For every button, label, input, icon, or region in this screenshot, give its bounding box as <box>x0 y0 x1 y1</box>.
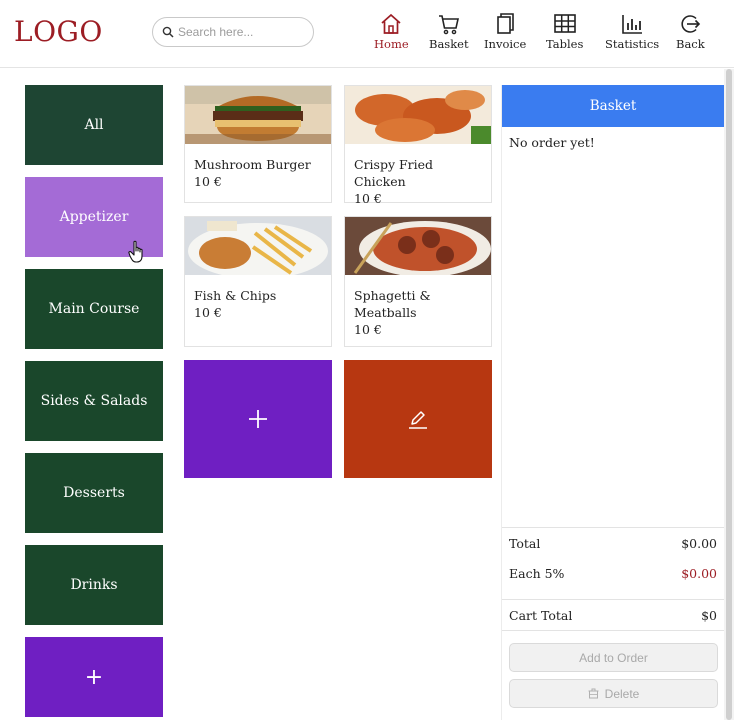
search-input[interactable] <box>178 25 308 39</box>
statistics-icon <box>622 15 643 34</box>
category-main-course[interactable]: Main Course <box>25 269 163 349</box>
product-name: Crispy Fried Chicken <box>354 157 434 189</box>
cart-total-row: Cart Total $0 <box>509 608 717 623</box>
category-sides-salads[interactable]: Sides & Salads <box>25 361 163 441</box>
invoice-icon <box>497 13 514 34</box>
category-label: Sides & Salads <box>40 393 148 409</box>
scrollbar-thumb[interactable] <box>726 69 732 720</box>
nav-tables[interactable]: Tables <box>546 12 583 51</box>
divider <box>502 630 724 631</box>
cart-icon <box>438 15 459 35</box>
page-scrollbar[interactable] <box>724 69 734 720</box>
divider <box>502 527 724 528</box>
nav-home[interactable]: Home <box>374 12 409 51</box>
tax-label: Each 5% <box>509 566 565 581</box>
add-to-order-label: Add to Order <box>579 650 648 665</box>
sphagetti-meatballs-image <box>345 217 491 275</box>
nav-invoice[interactable]: Invoice <box>484 12 526 51</box>
tax-row: Each 5% $0.00 <box>509 566 717 581</box>
product-price: 10 € <box>194 305 222 320</box>
logo[interactable]: LOGO <box>14 15 103 48</box>
nav-invoice-label: Invoice <box>484 37 527 51</box>
category-label: Main Course <box>48 301 140 317</box>
plus-icon <box>249 410 267 428</box>
nav-home-label: Home <box>374 37 409 51</box>
product-name: Fish & Chips <box>194 288 277 303</box>
delete-label: Delete <box>604 686 640 701</box>
total-row: Total $0.00 <box>509 536 717 551</box>
category-desserts[interactable]: Desserts <box>25 453 163 533</box>
product-name: Sphagetti & Meatballs <box>354 288 431 320</box>
cart-total-label: Cart Total <box>509 608 573 623</box>
mushroom-burger-image <box>185 86 331 144</box>
category-all[interactable]: All <box>25 85 163 165</box>
hand-cursor-icon <box>128 240 143 263</box>
plus-label: + <box>84 664 104 690</box>
nav-back-label: Back <box>676 37 705 51</box>
product-card-sphagetti-meatballs[interactable]: Sphagetti & Meatballs 10 € <box>344 216 492 347</box>
nav-statistics-label: Statistics <box>605 37 660 51</box>
top-bar: LOGO Home Basket Invoice <box>0 0 734 68</box>
nav-back[interactable]: Back <box>676 12 705 51</box>
divider <box>502 599 724 600</box>
add-product-button[interactable] <box>184 360 332 478</box>
nav-basket[interactable]: Basket <box>429 12 469 51</box>
cart-total-value: $0 <box>701 608 717 623</box>
add-category-button[interactable]: + <box>25 637 163 717</box>
product-card-crispy-fried-chicken[interactable]: Crispy Fried Chicken 10 € <box>344 85 492 206</box>
edit-products-button[interactable] <box>344 360 492 478</box>
category-label: Drinks <box>70 577 118 593</box>
category-label: Appetizer <box>59 209 129 225</box>
edit-pencil-icon <box>409 411 427 429</box>
add-to-order-button[interactable]: Add to Order <box>509 643 718 672</box>
product-price: 10 € <box>354 191 382 206</box>
product-card-fish-chips[interactable]: Fish & Chips 10 € <box>184 216 332 347</box>
empty-basket-message: No order yet! <box>509 135 595 150</box>
trash-icon <box>588 688 599 699</box>
tables-icon <box>553 14 576 33</box>
basket-panel: Basket No order yet! Total $0.00 Each 5%… <box>501 85 724 720</box>
nav-statistics[interactable]: Statistics <box>605 12 659 51</box>
fried-chicken-image <box>345 86 491 144</box>
delete-button[interactable]: Delete <box>509 679 718 708</box>
category-label: Desserts <box>63 485 125 501</box>
home-icon <box>381 13 401 34</box>
product-price: 10 € <box>194 174 222 189</box>
total-value: $0.00 <box>681 536 717 551</box>
search-icon <box>162 26 174 38</box>
total-label: Total <box>509 536 541 551</box>
nav-basket-label: Basket <box>429 37 469 51</box>
basket-title: Basket <box>589 98 637 114</box>
product-price: 10 € <box>354 322 382 337</box>
tax-value: $0.00 <box>681 566 717 581</box>
back-icon <box>681 15 701 33</box>
product-name: Mushroom Burger <box>194 157 311 172</box>
nav-tables-label: Tables <box>546 37 584 51</box>
search-box[interactable] <box>152 17 314 47</box>
product-card-mushroom-burger[interactable]: Mushroom Burger 10 € <box>184 85 332 203</box>
basket-header: Basket <box>502 85 724 127</box>
category-drinks[interactable]: Drinks <box>25 545 163 625</box>
fish-chips-image <box>185 217 331 275</box>
category-label: All <box>84 117 104 133</box>
